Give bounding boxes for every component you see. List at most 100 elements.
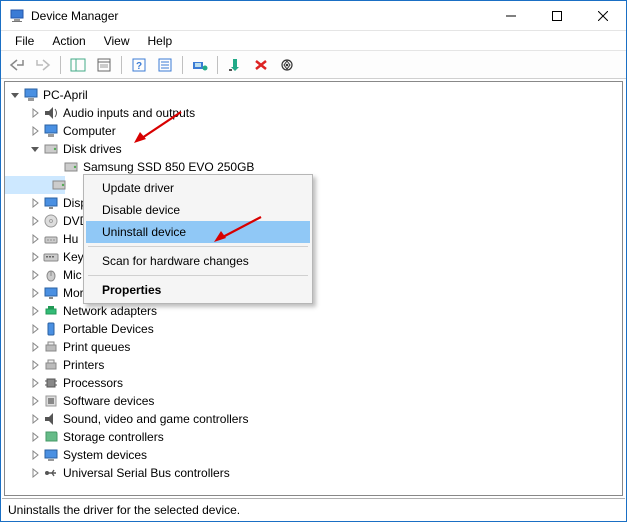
device-tree-panel: PC-April Audio inputs and outputs Computer…	[4, 81, 623, 496]
keyboards-icon	[43, 249, 59, 265]
category-usb[interactable]: Universal Serial Bus controllers	[5, 464, 622, 482]
update-driver-button[interactable]	[188, 54, 212, 76]
storage-icon	[43, 429, 59, 445]
tree-item-label: Disk drives	[63, 142, 122, 156]
tree-item-label: Mor	[63, 286, 84, 300]
expand-icon[interactable]	[29, 233, 41, 245]
ctx-update-driver[interactable]: Update driver	[86, 177, 310, 199]
category-svgc[interactable]: Sound, video and game controllers	[5, 410, 622, 428]
processors-icon	[43, 375, 59, 391]
monitors-icon	[43, 285, 59, 301]
properties-button[interactable]	[92, 54, 116, 76]
context-menu: Update driver Disable device Uninstall d…	[83, 174, 313, 304]
maximize-button[interactable]	[534, 1, 580, 30]
sysdev-icon	[43, 447, 59, 463]
ctx-uninstall-device[interactable]: Uninstall device	[86, 221, 310, 243]
root-icon	[23, 87, 39, 103]
tree-item-label: Printers	[63, 358, 104, 372]
category-portable[interactable]: Portable Devices	[5, 320, 622, 338]
expand-spacer	[49, 161, 61, 173]
back-button[interactable]	[5, 54, 29, 76]
expand-icon[interactable]	[29, 287, 41, 299]
category-processors[interactable]: Processors	[5, 374, 622, 392]
expand-icon[interactable]	[29, 467, 41, 479]
menu-bar: File Action View Help	[1, 31, 626, 51]
help-button[interactable]: ?	[127, 54, 151, 76]
tree-item-label: Mic	[63, 268, 82, 282]
category-printers[interactable]: Printers	[5, 356, 622, 374]
toolbar-separator	[182, 56, 183, 74]
enable-button[interactable]	[223, 54, 247, 76]
network-icon	[43, 303, 59, 319]
collapse-icon[interactable]	[29, 143, 41, 155]
action-button[interactable]	[153, 54, 177, 76]
show-hide-tree-button[interactable]	[66, 54, 90, 76]
forward-button[interactable]	[31, 54, 55, 76]
menu-help[interactable]: Help	[140, 33, 181, 49]
display-icon	[43, 195, 59, 211]
ctx-properties[interactable]: Properties	[86, 279, 310, 301]
category-swdev[interactable]: Software devices	[5, 392, 622, 410]
expand-icon[interactable]	[29, 125, 41, 137]
menu-action[interactable]: Action	[44, 33, 93, 49]
computer-icon	[43, 123, 59, 139]
close-button[interactable]	[580, 1, 626, 30]
expand-icon[interactable]	[29, 197, 41, 209]
category-sysdev[interactable]: System devices	[5, 446, 622, 464]
category-audio[interactable]: Audio inputs and outputs	[5, 104, 622, 122]
mice-icon	[43, 267, 59, 283]
tree-item-label: Universal Serial Bus controllers	[63, 466, 230, 480]
expand-icon[interactable]	[29, 323, 41, 335]
tree-item-label: Network adapters	[63, 304, 157, 318]
dvd-icon	[43, 213, 59, 229]
category-disk[interactable]: Disk drives	[5, 140, 622, 158]
svg-text:?: ?	[136, 61, 142, 72]
toolbar-separator	[121, 56, 122, 74]
expand-icon[interactable]	[29, 377, 41, 389]
category-network[interactable]: Network adapters	[5, 302, 622, 320]
portable-icon	[43, 321, 59, 337]
tree-item-label: Samsung SSD 850 EVO 250GB	[83, 160, 254, 174]
expand-icon[interactable]	[29, 269, 41, 281]
ssd-icon	[51, 177, 67, 193]
expand-icon[interactable]	[29, 431, 41, 443]
tree-item-label: Audio inputs and outputs	[63, 106, 195, 120]
uninstall-button[interactable]	[249, 54, 273, 76]
swdev-icon	[43, 393, 59, 409]
category-computer[interactable]: Computer	[5, 122, 622, 140]
menu-file[interactable]: File	[7, 33, 42, 49]
expand-icon[interactable]	[29, 215, 41, 227]
disk-icon	[43, 141, 59, 157]
tree-item-label: Print queues	[63, 340, 130, 354]
printq-icon	[43, 339, 59, 355]
collapse-icon[interactable]	[9, 89, 21, 101]
expand-icon[interactable]	[29, 395, 41, 407]
expand-icon[interactable]	[29, 251, 41, 263]
minimize-button[interactable]	[488, 1, 534, 30]
ctx-disable-device[interactable]: Disable device	[86, 199, 310, 221]
svgc-icon	[43, 411, 59, 427]
expand-icon[interactable]	[29, 359, 41, 371]
usb-icon	[43, 465, 59, 481]
category-printq[interactable]: Print queues	[5, 338, 622, 356]
title-bar: Device Manager	[1, 1, 626, 31]
hid-icon	[43, 231, 59, 247]
category-root[interactable]: PC-April	[5, 86, 622, 104]
ctx-scan-hardware[interactable]: Scan for hardware changes	[86, 250, 310, 272]
device-hidden-drive[interactable]	[5, 176, 65, 194]
expand-icon[interactable]	[29, 305, 41, 317]
category-storage[interactable]: Storage controllers	[5, 428, 622, 446]
expand-icon[interactable]	[29, 449, 41, 461]
ssd-icon	[63, 159, 79, 175]
expand-icon[interactable]	[29, 413, 41, 425]
toolbar-separator	[217, 56, 218, 74]
scan-hardware-button[interactable]	[275, 54, 299, 76]
menu-view[interactable]: View	[96, 33, 138, 49]
tree-item-label: Sound, video and game controllers	[63, 412, 248, 426]
ctx-separator	[88, 275, 308, 276]
expand-icon[interactable]	[29, 107, 41, 119]
status-bar: Uninstalls the driver for the selected d…	[2, 498, 625, 520]
status-text: Uninstalls the driver for the selected d…	[8, 503, 240, 517]
expand-icon[interactable]	[29, 341, 41, 353]
window-title: Device Manager	[31, 9, 488, 23]
